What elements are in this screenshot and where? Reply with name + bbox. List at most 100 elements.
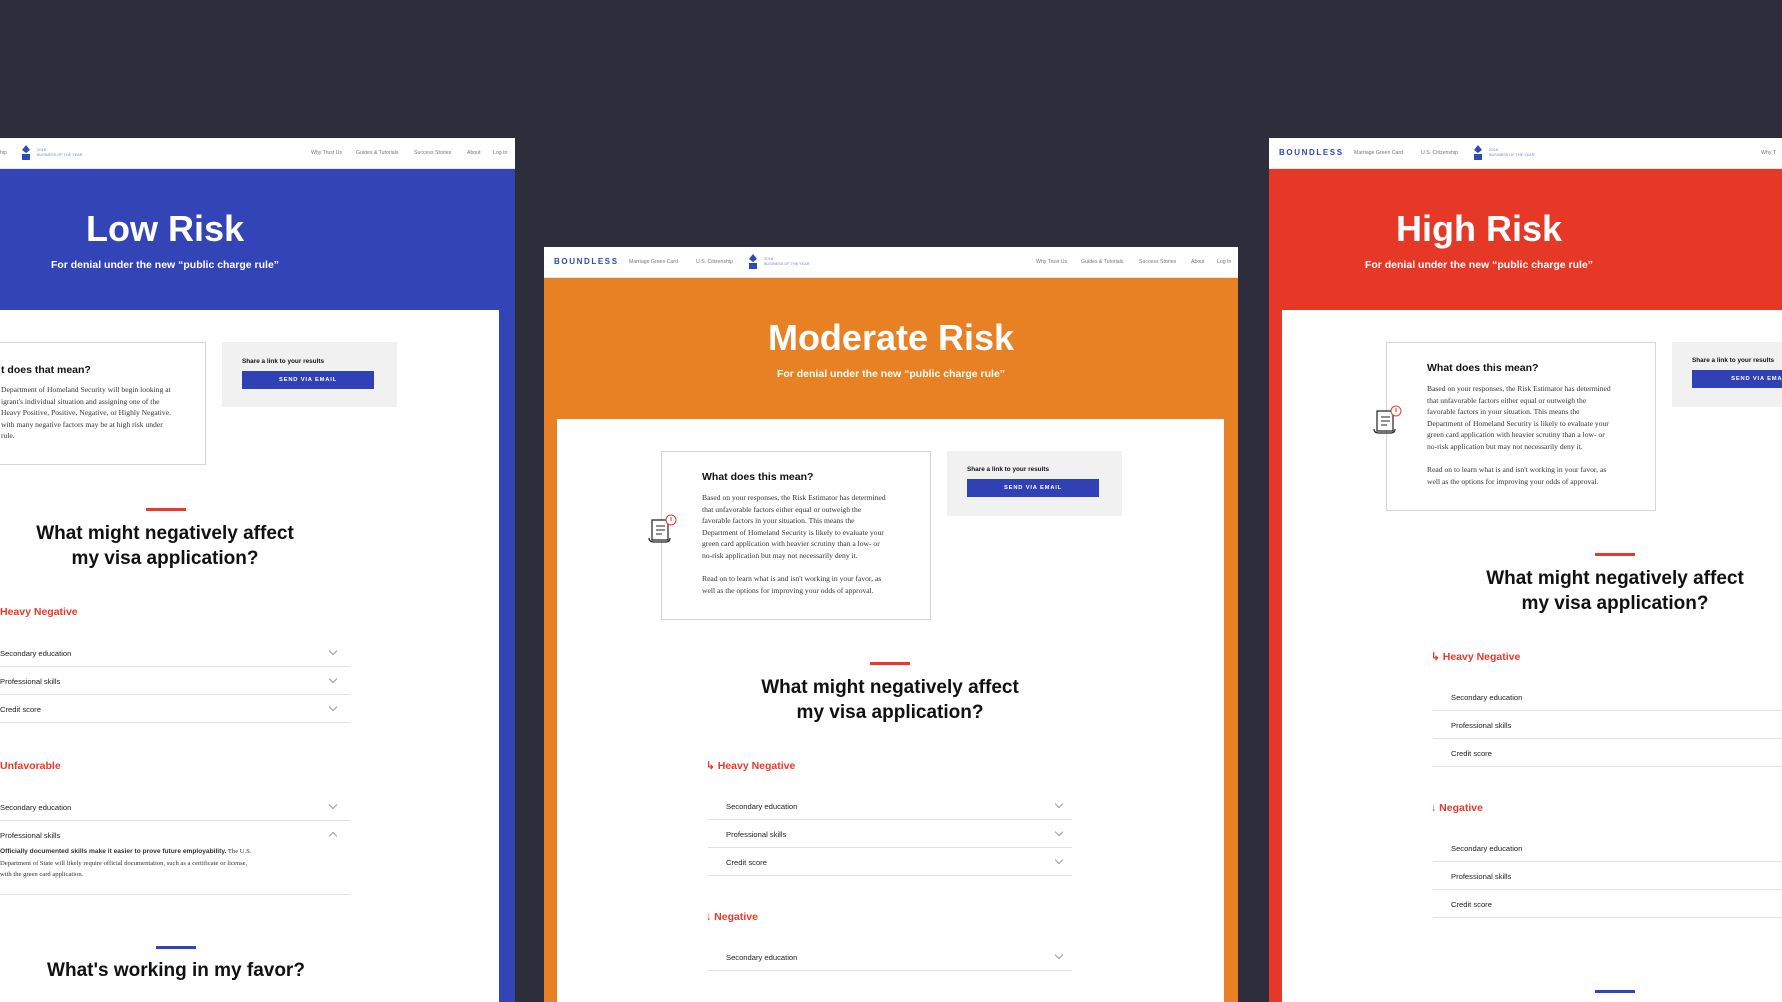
favor-heading: What's working in my favor?	[47, 960, 305, 981]
nav-guides[interactable]: Guides & Tutorials	[1081, 259, 1123, 265]
chevron-down-icon	[1054, 827, 1064, 837]
share-label: Share a link to your results	[967, 466, 1050, 473]
bbb-badge-icon	[1474, 145, 1482, 160]
accordion-row[interactable]: Professional skills	[1433, 711, 1782, 739]
accordion-row[interactable]: Professional skills	[708, 820, 1072, 848]
accent-divider-blue	[1595, 990, 1635, 993]
accordion-row[interactable]: Secondary education	[708, 943, 1072, 971]
bbb-badge-icon	[749, 254, 757, 269]
accordion-row[interactable]: Secondary education	[708, 792, 1072, 820]
nav-about[interactable]: About	[1191, 259, 1205, 265]
badge-text: BUSINESS OF THE YEAR	[37, 153, 83, 157]
share-panel: Share a link to your results SEND VIA EM…	[222, 342, 397, 407]
arrow-down-icon: ↓	[706, 911, 712, 923]
accordion-row[interactable]: Secondary education	[1433, 834, 1782, 862]
send-via-email-button[interactable]: SEND VIA EMAIL	[967, 479, 1099, 497]
risk-title: Moderate Risk	[767, 317, 1015, 358]
chevron-down-icon	[328, 646, 338, 656]
risk-subtitle: For denial under the new “public charge …	[776, 368, 1006, 380]
accordion-row[interactable]: Secondary education	[0, 793, 350, 821]
accordion-row[interactable]: Credit score	[1433, 890, 1782, 918]
badge-year: 2018	[37, 147, 46, 152]
category-heavy-negative: ↳ Heavy Negative	[1431, 651, 1521, 663]
risk-title: Low Risk	[85, 208, 245, 249]
accordion-row-expanded[interactable]: Professional skills Officially documente…	[0, 821, 350, 895]
document-alert-icon	[1373, 405, 1402, 434]
nav-link-fragment[interactable]: hip	[0, 150, 7, 156]
meaning-box: t does that mean? Department of Homeland…	[0, 342, 206, 465]
top-nav: hip 2018 BUSINESS OF THE YEAR Why Trust …	[0, 138, 515, 169]
share-label: Share a link to your results	[1692, 357, 1775, 364]
accordion-row[interactable]: Secondary education	[1433, 683, 1782, 711]
meaning-title: t does that mean?	[1, 364, 91, 376]
badge-text: BUSINESS OF THE YEAR	[764, 262, 810, 266]
category-unfavorable: Unfavorable	[0, 760, 61, 772]
nav-marriage-green-card[interactable]: Marriage Green Card	[629, 259, 678, 265]
negative-question-heading: What might negatively affect my visa appl…	[36, 523, 294, 569]
share-label: Share a link to your results	[242, 358, 325, 365]
high-risk-page: BOUNDLESS Marriage Green Card U.S. Citiz…	[1269, 138, 1782, 1002]
accent-divider-blue	[156, 946, 196, 949]
nav-success-stories[interactable]: Success Stories	[414, 150, 451, 156]
nav-login[interactable]: Log In	[1217, 259, 1231, 265]
chevron-down-icon	[1054, 950, 1064, 960]
category-heavy-negative: Heavy Negative	[0, 606, 78, 618]
risk-title: High Risk	[1395, 208, 1563, 249]
boundless-logo[interactable]: BOUNDLESS	[554, 257, 619, 266]
chevron-down-icon	[1054, 799, 1064, 809]
results-card: t does that mean? Department of Homeland…	[0, 310, 499, 1002]
negative-question-heading: What might negatively affect my visa appl…	[1486, 568, 1744, 614]
accordion-row[interactable]: Credit score	[0, 695, 350, 723]
accordion-row[interactable]: Professional skills	[0, 667, 350, 695]
boundless-logo[interactable]: BOUNDLESS	[1279, 148, 1344, 157]
document-alert-icon	[648, 514, 677, 543]
chevron-down-icon	[1054, 855, 1064, 865]
accordion-row[interactable]: Credit score	[1433, 739, 1782, 767]
meaning-text: Department of Homeland Security will beg…	[1, 385, 171, 441]
nav-marriage-green-card[interactable]: Marriage Green Card	[1354, 150, 1403, 156]
nav-why-trust-us-fragment[interactable]: Why T	[1761, 150, 1776, 156]
chevron-down-icon	[328, 702, 338, 712]
moderate-risk-page: BOUNDLESS Marriage Green Card U.S. Citiz…	[544, 247, 1238, 1002]
arrow-down-icon: ↳	[706, 760, 715, 772]
negative-question-heading: What might negatively affect my visa appl…	[761, 677, 1019, 723]
meaning-title: What does this mean?	[1427, 362, 1539, 374]
nav-guides[interactable]: Guides & Tutorials	[356, 150, 398, 156]
arrow-down-icon: ↳	[1431, 651, 1440, 663]
accordion-row[interactable]: Secondary education	[0, 639, 350, 667]
nav-why-trust-us[interactable]: Why Trust Us	[1036, 259, 1067, 265]
top-nav: BOUNDLESS Marriage Green Card U.S. Citiz…	[1269, 138, 1782, 169]
nav-us-citizenship[interactable]: U.S. Citizenship	[1421, 150, 1458, 156]
meaning-text: Based on your responses, the Risk Estima…	[1427, 384, 1611, 486]
send-via-email-button[interactable]: SEND VIA EMAI	[1692, 370, 1782, 388]
category-negative: ↓ Negative	[706, 911, 758, 923]
meaning-box: What does this mean? Based on your respo…	[648, 451, 931, 620]
risk-subtitle: For denial under the new “public charge …	[1364, 259, 1594, 271]
accordion-row[interactable]: Professional skills	[1433, 862, 1782, 890]
category-heavy-negative: ↳ Heavy Negative	[706, 760, 796, 772]
risk-subtitle: For denial under the new “public charge …	[50, 259, 280, 271]
share-panel: Share a link to your results SEND VIA EM…	[947, 451, 1122, 516]
accent-divider	[870, 662, 910, 665]
meaning-text: Based on your responses, the Risk Estima…	[702, 493, 886, 595]
accent-divider	[1595, 553, 1635, 556]
nav-success-stories[interactable]: Success Stories	[1139, 259, 1176, 265]
results-card: What does this mean? Based on your respo…	[1282, 310, 1782, 1002]
nav-why-trust-us[interactable]: Why Trust Us	[311, 150, 342, 156]
accordion-row[interactable]: Credit score	[708, 848, 1072, 876]
meaning-title: What does this mean?	[702, 471, 814, 483]
arrow-down-icon: ↓	[1431, 802, 1437, 814]
badge-text: BUSINESS OF THE YEAR	[1489, 153, 1535, 157]
chevron-down-icon	[328, 674, 338, 684]
share-panel: Share a link to your results SEND VIA EM…	[1672, 342, 1782, 407]
nav-about[interactable]: About	[467, 150, 481, 156]
nav-us-citizenship[interactable]: U.S. Citizenship	[696, 259, 733, 265]
expanded-explanation: Officially documented skills make it eas…	[0, 848, 252, 879]
accent-divider	[146, 508, 186, 511]
results-card: What does this mean? Based on your respo…	[557, 419, 1224, 1002]
category-negative: ↓ Negative	[1431, 802, 1483, 814]
chevron-up-icon	[328, 831, 338, 841]
send-via-email-button[interactable]: SEND VIA EMAIL	[242, 371, 374, 389]
nav-login[interactable]: Log In	[493, 150, 507, 156]
low-risk-page: hip 2018 BUSINESS OF THE YEAR Why Trust …	[0, 138, 515, 1002]
